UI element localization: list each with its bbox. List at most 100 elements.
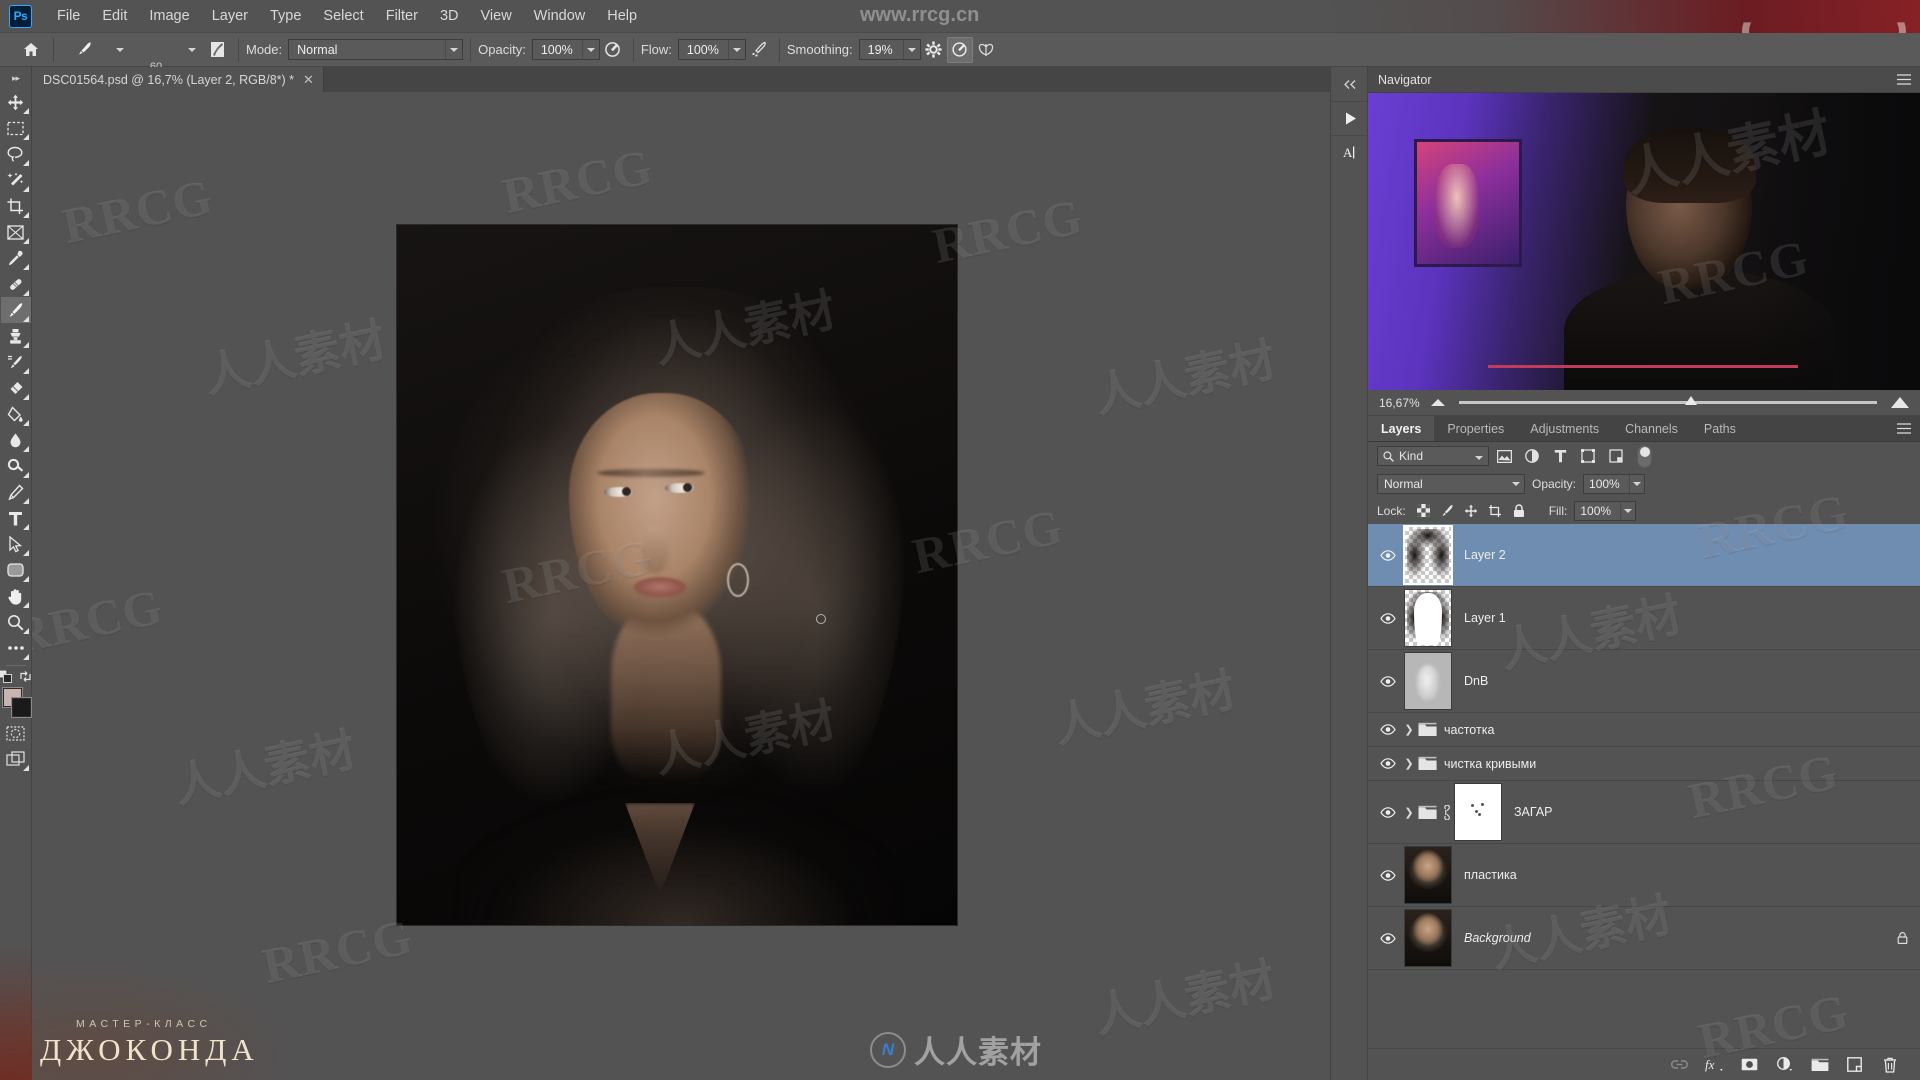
layer-visibility-toggle[interactable] (1374, 758, 1402, 769)
hand-tool[interactable] (1, 583, 31, 609)
table-row[interactable]: DnB (1368, 650, 1920, 713)
menu-edit[interactable]: Edit (91, 4, 138, 28)
layer-name[interactable]: Layer 1 (1464, 611, 1506, 625)
filter-adjustment-layers[interactable] (1519, 444, 1545, 468)
rounded-rect-icon[interactable] (1, 557, 31, 583)
dodge-icon[interactable] (1, 453, 31, 479)
canvas-area[interactable]: RRCG 人人素材 RRCG 人人素材 RRCG 人人素材 RRCG 人人素材 … (32, 92, 1368, 1080)
flow-input[interactable]: 100% (677, 39, 746, 60)
filter-pixel-layers[interactable] (1491, 444, 1517, 468)
table-row[interactable]: ❯ ЗАГАР (1368, 781, 1920, 844)
menu-window[interactable]: Window (523, 4, 597, 28)
chevron-right-icon[interactable]: ❯ (1402, 723, 1416, 736)
layer-thumbnail[interactable] (1404, 589, 1452, 647)
smoothing-input[interactable]: 19% (858, 39, 921, 60)
lock-image-pixels[interactable] (1437, 500, 1458, 521)
filter-smart-objects[interactable] (1603, 444, 1629, 468)
move-tool[interactable] (1, 89, 31, 115)
quick-mask-icon[interactable] (1, 720, 31, 746)
navigator-zoom-thumb[interactable] (1684, 396, 1697, 405)
eyedropper-tool[interactable] (1, 245, 31, 271)
layer-visibility-toggle[interactable] (1374, 806, 1402, 818)
background-color-swatch[interactable] (11, 698, 31, 717)
layer-thumbnail[interactable] (1403, 525, 1453, 585)
brush-size-dropdown-icon[interactable] (179, 37, 205, 63)
navigator-zoom-slider[interactable] (1459, 396, 1877, 405)
new-layer-button[interactable] (1844, 1054, 1865, 1075)
filter-toggle-switch[interactable] (1637, 444, 1652, 468)
layer-name[interactable]: DnB (1464, 674, 1488, 688)
layer-thumbnail[interactable] (1404, 846, 1452, 904)
home-icon[interactable] (16, 37, 46, 63)
lock-all[interactable] (1509, 500, 1530, 521)
opacity-input[interactable]: 100% (531, 39, 600, 60)
filter-type-layers[interactable] (1547, 444, 1573, 468)
color-swatches[interactable] (0, 686, 32, 720)
layer-fill-input[interactable]: 100% (1574, 500, 1637, 521)
layer-thumbnail[interactable] (1404, 909, 1452, 967)
menu-3d[interactable]: 3D (429, 4, 470, 28)
character-collapsed-icon[interactable]: A (1331, 135, 1369, 169)
ellipsis-icon[interactable] (1, 635, 31, 661)
menu-help[interactable]: Help (596, 4, 648, 28)
menu-filter[interactable]: Filter (375, 4, 429, 28)
lock-position[interactable] (1461, 500, 1482, 521)
table-row[interactable]: Layer 1 (1368, 587, 1920, 650)
panel-menu-icon[interactable] (1897, 74, 1911, 85)
layer-name[interactable]: пластика (1464, 868, 1517, 882)
panel-menu-icon[interactable] (1897, 423, 1911, 434)
layer-visibility-toggle[interactable] (1374, 932, 1402, 944)
lasso-tool[interactable] (1, 141, 31, 167)
collapse-dock-icon[interactable] (1331, 67, 1369, 101)
frame-icon[interactable] (1, 219, 31, 245)
lock-transparent-pixels[interactable] (1413, 500, 1434, 521)
layer-name[interactable]: Background (1464, 931, 1531, 945)
timeline-collapsed-icon[interactable] (1331, 101, 1369, 135)
collapse-panel-icon[interactable]: ▸▸ (0, 67, 31, 89)
menu-file[interactable]: File (46, 4, 91, 28)
layer-name[interactable]: частотка (1444, 723, 1494, 737)
pressure-opacity-icon[interactable] (600, 37, 626, 63)
layer-mask-thumbnail[interactable] (1454, 783, 1502, 841)
layer-name[interactable]: ЗАГАР (1514, 805, 1553, 819)
airbrush-icon[interactable] (746, 37, 772, 63)
healing-brush-icon[interactable] (1, 271, 31, 297)
magic-wand-icon[interactable] (1, 167, 31, 193)
paint-bucket-icon[interactable] (1, 401, 31, 427)
navigator-preview[interactable]: 人人素材 RRCG (1368, 93, 1920, 390)
delete-layer-button[interactable] (1879, 1054, 1900, 1075)
screen-mode-icon[interactable] (1, 746, 31, 772)
path-arrow-icon[interactable] (1, 531, 31, 557)
navigator-zoom-value[interactable]: 16,67% (1379, 396, 1421, 410)
brush-tool[interactable] (0, 297, 31, 323)
menu-view[interactable]: View (470, 4, 523, 28)
layer-opacity-input[interactable]: 100% (1583, 473, 1646, 494)
small-mountain-icon[interactable] (1431, 399, 1445, 406)
layer-filter-kind-select[interactable]: Kind (1377, 446, 1489, 466)
table-row[interactable]: пластика (1368, 844, 1920, 907)
link-icon[interactable] (1438, 804, 1452, 820)
pen-tool[interactable] (1, 479, 31, 505)
menu-image[interactable]: Image (138, 4, 200, 28)
symmetry-butterfly-icon[interactable] (973, 37, 999, 63)
filter-shape-layers[interactable] (1575, 444, 1601, 468)
tab-channels[interactable]: Channels (1612, 416, 1691, 441)
menu-select[interactable]: Select (312, 4, 374, 28)
layer-blend-mode-select[interactable]: Normal (1377, 473, 1525, 494)
layer-name[interactable]: чистка кривыми (1444, 757, 1536, 771)
blend-mode-select[interactable]: Normal (288, 39, 464, 60)
history-brush-icon[interactable] (1, 349, 31, 375)
layer-visibility-toggle[interactable] (1374, 675, 1402, 687)
table-row[interactable]: ❯ частотка (1368, 713, 1920, 747)
layer-thumbnail[interactable] (1404, 652, 1452, 710)
tab-adjustments[interactable]: Adjustments (1517, 416, 1612, 441)
rectangular-marquee-tool[interactable] (1, 115, 31, 141)
tab-properties[interactable]: Properties (1434, 416, 1517, 441)
photoshop-logo[interactable]: Ps (9, 4, 32, 28)
new-adjustment-layer-button[interactable] (1774, 1054, 1795, 1075)
add-layer-mask-button[interactable] (1739, 1054, 1760, 1075)
layer-visibility-toggle[interactable] (1374, 612, 1402, 624)
magnifier-icon[interactable] (1, 609, 31, 635)
large-mountain-icon[interactable] (1891, 397, 1909, 408)
brush-angle-icon[interactable] (946, 36, 973, 63)
